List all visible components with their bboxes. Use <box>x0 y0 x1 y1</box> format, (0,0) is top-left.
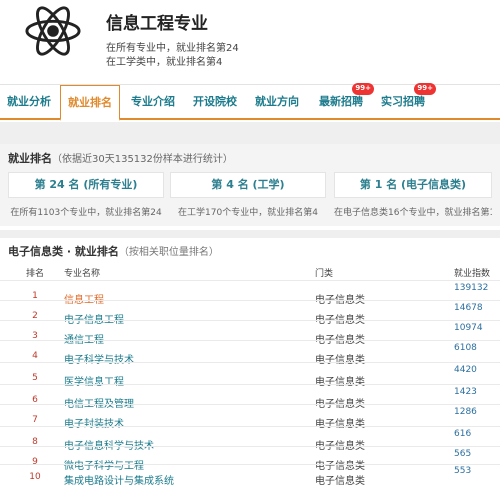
tab-employment-ranking[interactable]: 就业排名 <box>60 85 120 121</box>
rank-summary-all: 在所有专业中，就业排名第24 <box>106 43 239 54</box>
spacer <box>0 122 500 144</box>
rank-summary-category: 在工学类中，就业排名第4 <box>106 57 223 68</box>
rank-note-engineering: 在工学170个专业中，就业排名第4 <box>178 208 318 218</box>
row-index: 1423 <box>454 387 477 397</box>
col-rank: 排名 <box>26 269 45 279</box>
tab-employment-analysis[interactable]: 就业分析 <box>0 85 58 119</box>
page-header: 信息工程专业 在所有专业中，就业排名第24 在工学类中，就业排名第4 <box>0 0 500 84</box>
atom-icon <box>25 6 81 56</box>
page-title: 信息工程专业 <box>106 14 208 34</box>
tab-intern-jobs[interactable]: 实习招聘 99+ <box>374 83 436 119</box>
rank-card-electronics: 第 1 名 (电子信息类) <box>334 172 492 198</box>
rank-note-electronics: 在电子信息类16个专业中，就业排名第1 <box>334 208 492 218</box>
row-index: 10974 <box>454 323 483 333</box>
tab-major-intro[interactable]: 专业介绍 <box>124 85 182 119</box>
divider <box>0 230 500 238</box>
row-index: 553 <box>454 466 472 476</box>
latest-jobs-badge: 99+ <box>352 83 374 95</box>
intern-jobs-badge: 99+ <box>414 83 436 95</box>
tab-colleges[interactable]: 开设院校 <box>186 85 244 119</box>
row-index: 6108 <box>454 343 477 353</box>
ranking-section-title: 就业排名（依据近30天135132份样本进行统计） <box>8 152 233 165</box>
tab-career-direction[interactable]: 就业方向 <box>248 85 306 119</box>
row-index: 139132 <box>454 283 489 293</box>
row-index: 4420 <box>454 365 477 375</box>
table-row: 10 集成电路设计与集成系统 电子信息类 553 <box>0 464 500 487</box>
table-header: 排名 专业名称 门类 就业指数 <box>0 264 500 280</box>
ranking-summary-section: 就业排名（依据近30天135132份样本进行统计） 第 24 名 (所有专业) … <box>0 144 500 226</box>
rank-card-engineering: 第 4 名 (工学) <box>170 172 326 198</box>
row-rank: 7 <box>32 415 38 425</box>
row-rank: 4 <box>32 351 38 361</box>
row-index: 14678 <box>454 303 483 313</box>
row-rank: 10 <box>29 472 41 482</box>
table-title: 电子信息类 · 就业排名（按相关职位量排名） <box>8 245 219 258</box>
rank-card-all: 第 24 名 (所有专业) <box>8 172 164 198</box>
tab-bar: 就业分析 就业排名 专业介绍 开设院校 就业方向 最新招聘 99+ 实习招聘 9… <box>0 83 500 121</box>
col-category: 门类 <box>315 269 334 279</box>
tab-latest-jobs[interactable]: 最新招聘 99+ <box>312 83 374 119</box>
row-index: 1286 <box>454 407 477 417</box>
col-index: 就业指数 <box>454 269 491 279</box>
row-index: 616 <box>454 429 472 439</box>
row-rank: 5 <box>32 373 38 383</box>
rank-note-all: 在所有1103个专业中，就业排名第24 <box>10 208 162 218</box>
col-name: 专业名称 <box>64 269 101 279</box>
row-index: 565 <box>454 449 472 459</box>
